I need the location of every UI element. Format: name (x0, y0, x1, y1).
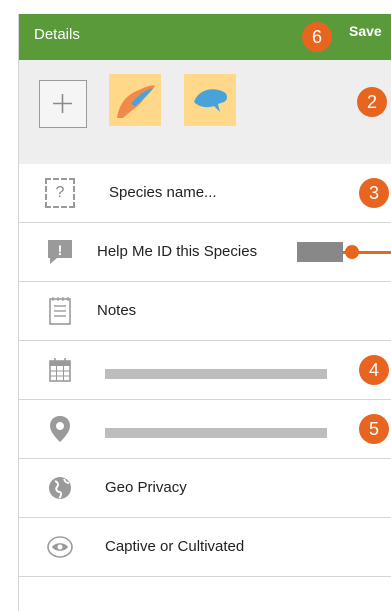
fish-thumbnail-icon (194, 89, 227, 112)
globe-icon (45, 473, 75, 503)
photo-strip: 2 (19, 60, 391, 165)
captive-label: Captive or Cultivated (105, 538, 245, 555)
notes-input[interactable]: Notes (97, 302, 136, 319)
callout-badge-photos: 2 (357, 87, 387, 117)
calendar-icon (45, 355, 75, 385)
add-photo-button[interactable] (39, 80, 87, 128)
location-row[interactable]: 5 (19, 400, 391, 459)
callout-badge-species: 3 (359, 178, 389, 208)
callout-badge-date: 4 (359, 355, 389, 385)
species-name-row[interactable]: ? Species name... 3 (19, 164, 391, 223)
captive-row[interactable]: Captive or Cultivated (19, 518, 391, 577)
photo-thumbnail-2[interactable] (184, 74, 236, 126)
help-me-id-row[interactable]: ! Help Me ID this Species (19, 223, 391, 282)
svg-text:!: ! (58, 242, 63, 258)
help-me-id-label: Help Me ID this Species (97, 243, 258, 260)
date-value-placeholder (105, 369, 327, 379)
header-bar: Details 6 Save (19, 14, 391, 60)
help-me-id-toggle-knob[interactable] (345, 245, 359, 259)
notes-icon (45, 296, 75, 326)
save-button[interactable]: Save (349, 23, 382, 39)
species-unknown-icon: ? (45, 178, 75, 208)
species-name-input[interactable]: Species name... (109, 184, 217, 201)
location-value-placeholder (105, 428, 327, 438)
bird-thumbnail-icon (117, 85, 155, 118)
add-photo-icon (53, 94, 72, 113)
callout-badge-location: 5 (359, 414, 389, 444)
eye-icon (45, 532, 75, 562)
date-row[interactable]: 4 (19, 341, 391, 400)
speech-bubble-icon: ! (45, 237, 75, 267)
callout-badge-header: 6 (302, 22, 332, 52)
location-pin-icon (45, 414, 75, 444)
geo-privacy-row[interactable]: Geo Privacy (19, 459, 391, 518)
page-title: Details (34, 26, 80, 43)
help-me-id-toggle-track[interactable] (297, 242, 343, 262)
geo-privacy-label: Geo Privacy (105, 479, 187, 496)
notes-row[interactable]: Notes (19, 282, 391, 341)
app-frame: Details 6 Save 2 ? Species name... 3 ! H… (18, 14, 391, 611)
photo-thumbnail-1[interactable] (109, 74, 161, 126)
